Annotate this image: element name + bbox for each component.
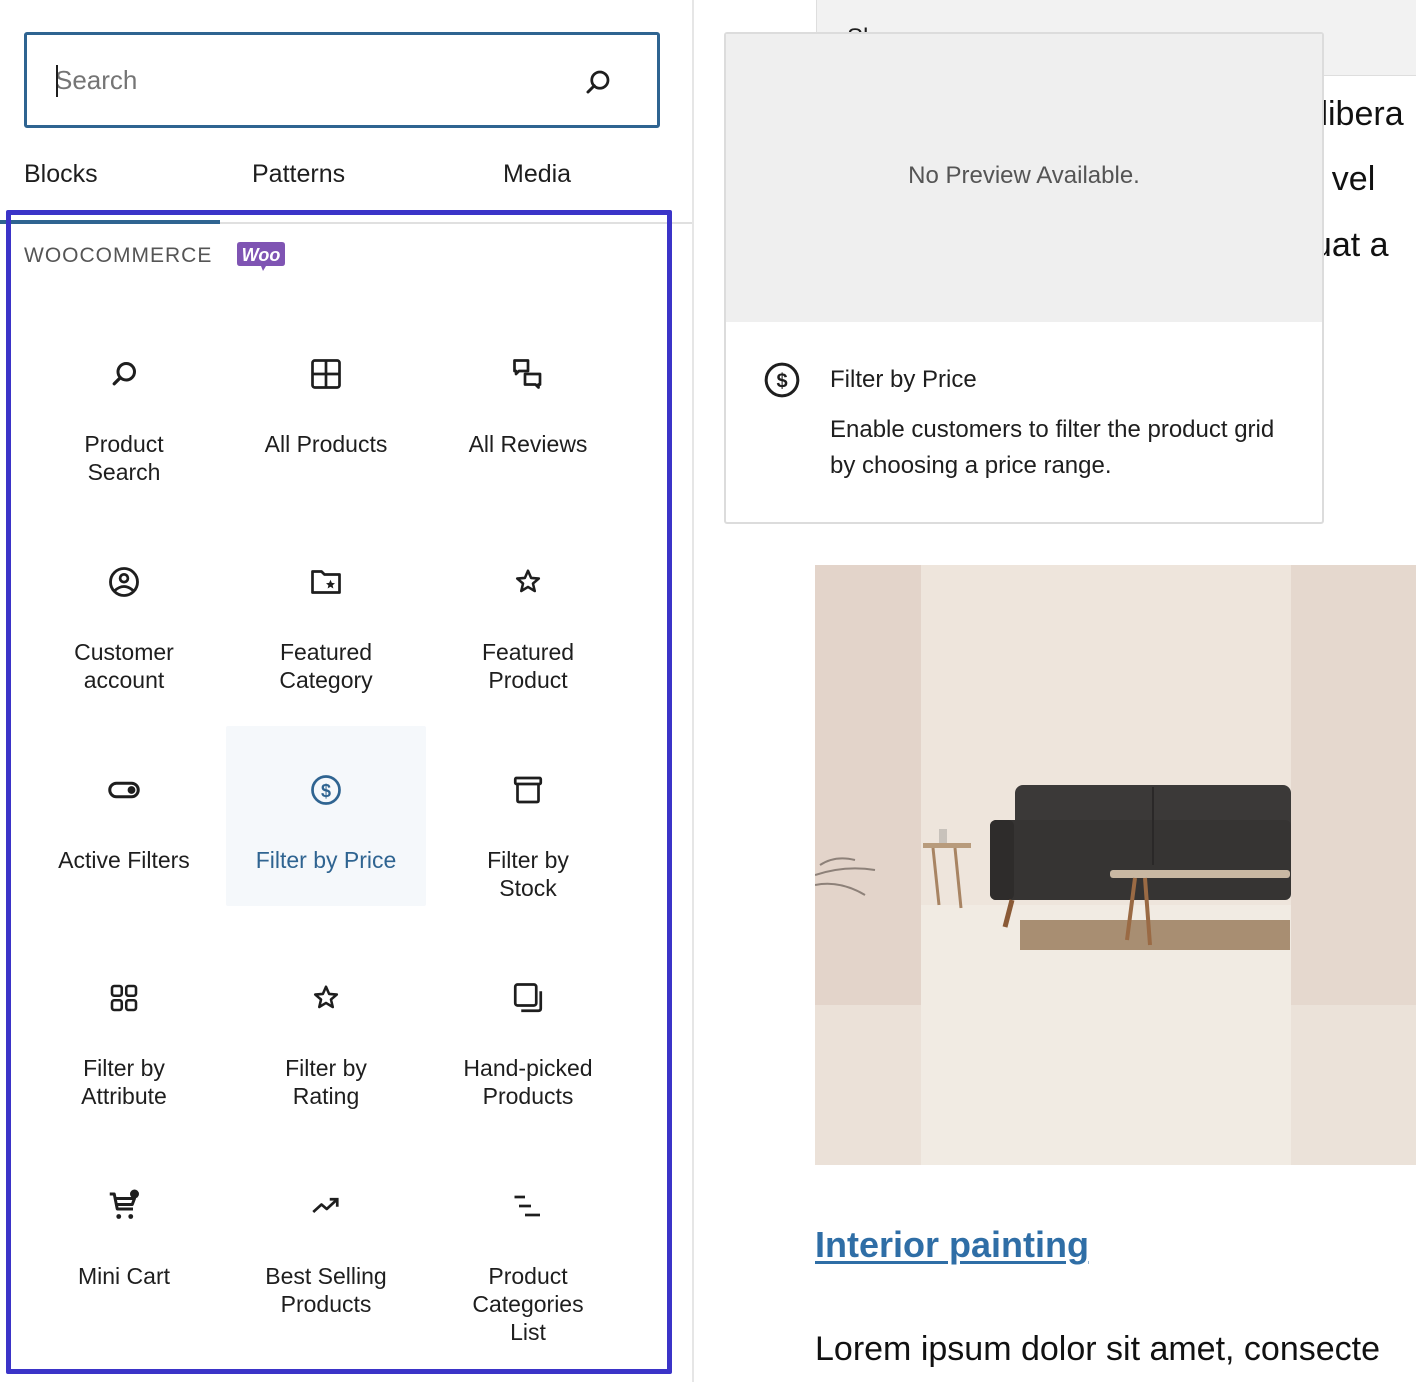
block-preview-popover: No Preview Available. $ Filter by Price … xyxy=(724,32,1324,524)
copy-icon xyxy=(513,983,543,1013)
list-indent-icon xyxy=(514,1195,540,1217)
search-icon[interactable] xyxy=(583,67,613,97)
block-inserter-panel: Blocks Patterns Media WOOCOMMERCE Woo Pr… xyxy=(0,0,694,1382)
preview-area: No Preview Available. xyxy=(726,34,1322,322)
block-label: Filter by Attribute xyxy=(81,1055,167,1109)
preview-description: Enable customers to filter the product g… xyxy=(830,416,1275,479)
preview-info: $ Filter by Price Enable customers to fi… xyxy=(726,322,1322,522)
search-icon xyxy=(112,362,136,386)
no-preview-text: No Preview Available. xyxy=(908,162,1140,189)
folder-star-icon xyxy=(311,570,341,594)
dollar-circle-icon: $ xyxy=(311,775,341,805)
block-item-best-selling-products[interactable]: Best Selling Products xyxy=(226,1142,426,1322)
post-title-link[interactable]: Interior painting xyxy=(815,1224,1089,1266)
search-input[interactable] xyxy=(55,35,575,125)
block-item-filter-by-rating[interactable]: Filter by Rating xyxy=(226,934,426,1114)
editor-canvas: Sh… s libera nt vel quat a No Preview Av… xyxy=(694,0,1416,1382)
cart-icon xyxy=(109,1189,139,1219)
tab-media[interactable]: Media xyxy=(503,160,571,189)
block-item-featured-product[interactable]: Featured Product xyxy=(428,518,628,698)
block-item-all-products[interactable]: All Products xyxy=(226,310,426,490)
toggle-icon xyxy=(108,781,140,799)
trending-up-icon xyxy=(312,1197,339,1213)
star-icon xyxy=(515,569,541,593)
block-label: Product Search xyxy=(84,431,164,485)
star-icon xyxy=(313,985,339,1009)
featured-image[interactable] xyxy=(815,565,1416,1165)
block-label: Customer account xyxy=(74,639,174,693)
block-label: Best Selling Products xyxy=(265,1263,387,1317)
preview-title: Filter by Price xyxy=(830,366,977,393)
block-item-product-search[interactable]: Product Search xyxy=(24,310,224,490)
block-item-mini-cart[interactable]: Mini Cart xyxy=(24,1142,224,1322)
tab-blocks[interactable]: Blocks xyxy=(24,160,98,189)
tab-patterns[interactable]: Patterns xyxy=(252,160,345,189)
woocommerce-logo-icon: Woo xyxy=(237,242,286,271)
category-header: WOOCOMMERCE Woo xyxy=(24,240,286,272)
block-label: Filter by Stock xyxy=(487,847,569,901)
active-tab-indicator xyxy=(0,220,220,224)
block-item-featured-category[interactable]: Featured Category xyxy=(226,518,426,698)
block-label: Hand-picked Products xyxy=(463,1055,593,1109)
block-label: Featured Category xyxy=(279,639,373,693)
svg-text:$: $ xyxy=(321,781,331,801)
block-item-active-filters[interactable]: Active Filters xyxy=(24,726,224,906)
block-label: Active Filters xyxy=(58,847,190,873)
inserter-tabs: Blocks Patterns Media xyxy=(0,150,692,224)
grid-icon xyxy=(311,359,341,389)
block-label: Featured Product xyxy=(481,639,575,693)
block-item-filter-by-attribute[interactable]: Filter by Attribute xyxy=(24,934,224,1114)
block-item-hand-picked-products[interactable]: Hand-picked Products xyxy=(428,934,628,1114)
block-label: Filter by Rating xyxy=(285,1055,367,1109)
block-label: Product Categories List xyxy=(472,1263,584,1345)
block-item-filter-by-price[interactable]: $ Filter by Price xyxy=(226,726,426,906)
svg-text:Woo: Woo xyxy=(242,245,281,265)
user-circle-icon xyxy=(109,567,139,597)
block-item-filter-by-stock[interactable]: Filter by Stock xyxy=(428,726,628,906)
block-label: All Reviews xyxy=(468,431,588,457)
block-label: All Products xyxy=(264,431,388,457)
category-title: WOOCOMMERCE xyxy=(24,244,213,267)
living-room-photo xyxy=(815,565,1416,1165)
block-label: Filter by Price xyxy=(255,847,397,873)
comments-icon xyxy=(513,359,542,389)
dollar-circle-icon: $ xyxy=(764,362,800,398)
block-item-customer-account[interactable]: Customer account xyxy=(24,518,224,698)
svg-text:$: $ xyxy=(776,371,787,393)
text-caret xyxy=(56,65,58,97)
search-field[interactable] xyxy=(24,32,660,128)
box-icon xyxy=(513,776,543,804)
post-excerpt: Lorem ipsum dolor sit amet, consecte xyxy=(815,1330,1381,1368)
block-item-all-reviews[interactable]: All Reviews xyxy=(428,310,628,490)
category-grid-icon xyxy=(110,984,138,1012)
block-label: Mini Cart xyxy=(77,1263,170,1289)
block-item-product-categories-list[interactable]: Product Categories List xyxy=(428,1142,628,1345)
